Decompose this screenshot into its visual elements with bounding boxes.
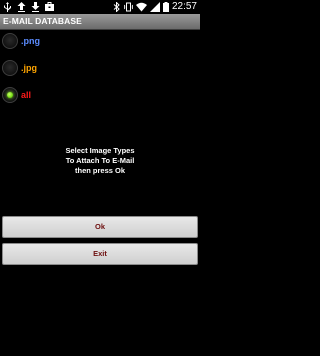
radio-selected-dot [7,92,13,98]
upload-icon [17,2,26,12]
exit-button[interactable]: Exit [2,243,198,265]
radio-option-jpg[interactable]: .jpg [2,58,37,78]
signal-icon [149,2,160,12]
bluetooth-icon [112,2,121,12]
ok-button[interactable]: Ok [2,216,198,238]
download-icon [31,2,40,12]
status-clock: 22:57 [171,1,197,12]
instructions-line: Select Image Types [65,146,135,155]
radio-option-all[interactable]: all [2,85,31,105]
instructions-line: then press Ok [74,166,126,175]
title-bar: E-MAIL DATABASE [0,14,200,30]
radio-button-all[interactable] [2,87,18,103]
status-bar: 22:57 [0,0,200,14]
instructions-line: To Attach To E-Mail [65,156,135,165]
radio-button-png[interactable] [2,33,18,49]
vibrate-icon [123,2,133,12]
app-title: E-MAIL DATABASE [3,16,82,26]
radio-label-png: .png [21,36,40,46]
notification-icons [3,2,54,12]
instructions-text: Select Image Types To Attach To E-Mail t… [0,146,200,176]
briefcase-icon [45,2,54,12]
battery-icon [162,2,169,12]
radio-option-png[interactable]: .png [2,31,40,51]
wifi-icon [135,2,147,12]
radio-button-jpg[interactable] [2,60,18,76]
radio-label-all: all [21,90,32,100]
radio-label-jpg: .jpg [21,63,37,73]
system-status: 22:57 [112,0,197,14]
usb-icon [3,2,12,12]
